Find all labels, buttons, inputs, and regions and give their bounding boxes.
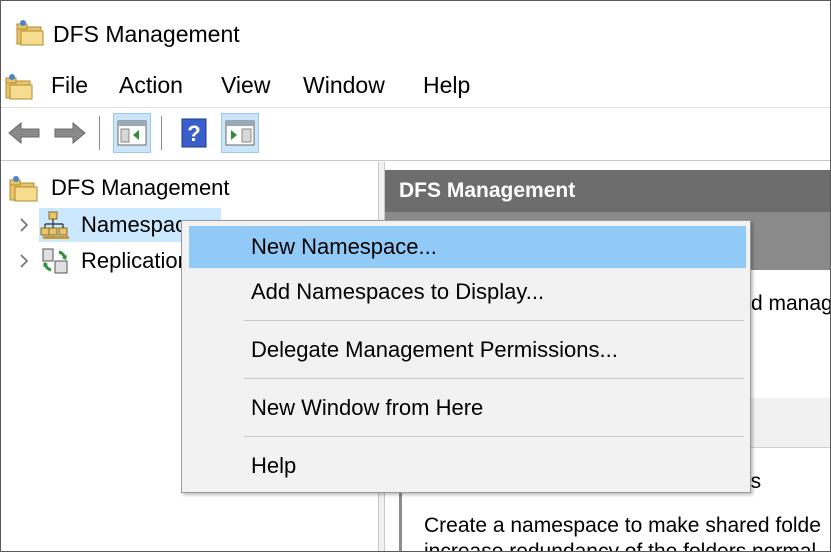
system-menu-icon[interactable] bbox=[3, 71, 35, 101]
title-bar: DFS Management bbox=[1, 1, 830, 63]
toolbar: ? bbox=[1, 107, 830, 161]
forward-button[interactable] bbox=[51, 113, 89, 153]
window-title: DFS Management bbox=[53, 21, 240, 47]
tree-root-dfs-management[interactable]: DFS Management bbox=[7, 172, 230, 204]
namespaces-icon bbox=[39, 210, 71, 240]
toolbar-separator bbox=[161, 116, 162, 150]
body-line: increase redundancy of the folders norma… bbox=[424, 540, 817, 552]
menu-window[interactable]: Window bbox=[299, 71, 389, 99]
menu-item-delegate-management-permissions[interactable]: Delegate Management Permissions... bbox=[189, 329, 746, 371]
chevron-right-icon[interactable] bbox=[15, 216, 33, 234]
toolbar-separator bbox=[99, 116, 100, 150]
results-pane-header: DFS Management bbox=[385, 170, 830, 212]
replication-icon bbox=[39, 246, 71, 276]
show-hide-console-tree-button[interactable] bbox=[113, 113, 151, 153]
dfs-management-icon bbox=[15, 19, 45, 47]
tree-item-label: Replication bbox=[81, 248, 190, 273]
menu-file[interactable]: File bbox=[47, 71, 92, 99]
menu-separator bbox=[244, 320, 744, 321]
tree-root-label: DFS Management bbox=[51, 175, 230, 200]
menu-item-new-window-from-here[interactable]: New Window from Here bbox=[189, 387, 746, 429]
menu-bar: File Action View Window Help bbox=[1, 63, 830, 107]
description-text: d manag bbox=[751, 292, 831, 315]
show-hide-action-pane-button[interactable] bbox=[221, 113, 259, 153]
menu-view[interactable]: View bbox=[217, 71, 274, 99]
console-tree-icon bbox=[117, 120, 147, 146]
dfs-management-window: DFS Management File Action View Window H… bbox=[0, 0, 831, 552]
svg-text:?: ? bbox=[187, 121, 200, 146]
menu-action[interactable]: Action bbox=[115, 71, 187, 99]
forward-arrow-icon bbox=[54, 121, 86, 145]
dfs-management-icon bbox=[7, 173, 41, 203]
menu-separator bbox=[244, 378, 744, 379]
menu-item-add-namespaces-to-display[interactable]: Add Namespaces to Display... bbox=[189, 271, 746, 313]
menu-separator bbox=[244, 436, 744, 437]
chevron-right-icon[interactable] bbox=[15, 252, 33, 270]
back-button[interactable] bbox=[5, 113, 43, 153]
help-button[interactable]: ? bbox=[175, 113, 213, 153]
help-icon: ? bbox=[181, 118, 207, 148]
back-arrow-icon bbox=[8, 121, 40, 145]
menu-item-help[interactable]: Help bbox=[189, 445, 746, 487]
section-body-text: Create a namespace to make shared folde … bbox=[424, 513, 830, 552]
tree-item-replication[interactable]: Replication bbox=[15, 244, 202, 278]
body-line: Create a namespace to make shared folde bbox=[424, 514, 821, 537]
context-menu: New Namespace... Add Namespaces to Displ… bbox=[181, 220, 751, 493]
menu-help[interactable]: Help bbox=[419, 71, 474, 99]
action-pane-icon bbox=[225, 120, 255, 146]
menu-item-new-namespace[interactable]: New Namespace... bbox=[189, 226, 746, 268]
